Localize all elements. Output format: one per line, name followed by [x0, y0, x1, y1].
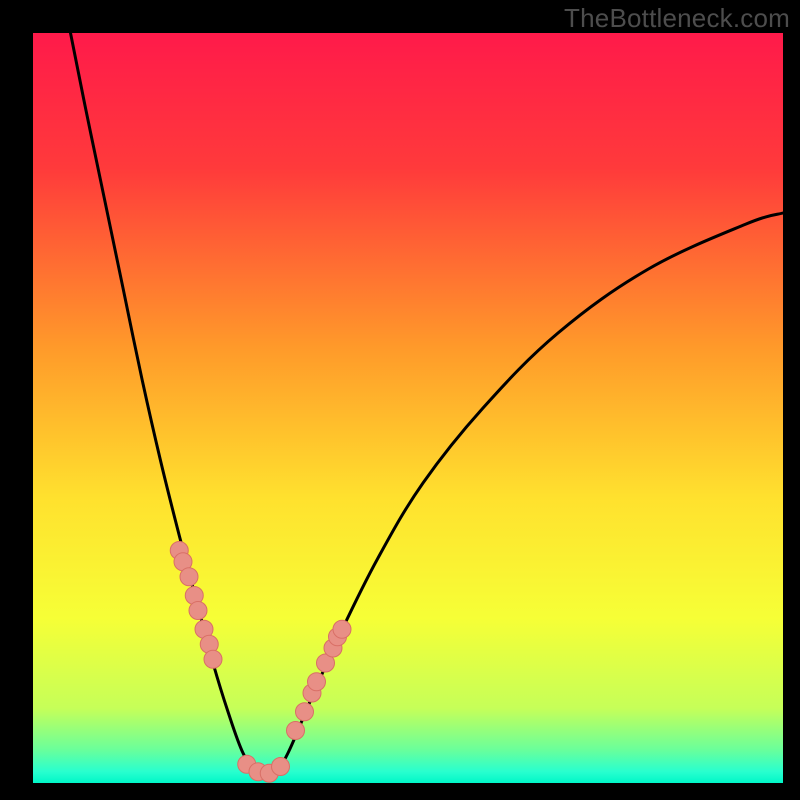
- data-point: [204, 650, 222, 668]
- data-point: [287, 722, 305, 740]
- data-point: [296, 703, 314, 721]
- data-point: [272, 758, 290, 776]
- data-point: [189, 602, 207, 620]
- watermark-text: TheBottleneck.com: [564, 3, 790, 34]
- data-point: [333, 620, 351, 638]
- plot-background: [33, 33, 783, 783]
- data-point: [308, 673, 326, 691]
- data-point: [180, 568, 198, 586]
- chart-frame: TheBottleneck.com: [0, 0, 800, 800]
- chart-plot: [33, 33, 783, 783]
